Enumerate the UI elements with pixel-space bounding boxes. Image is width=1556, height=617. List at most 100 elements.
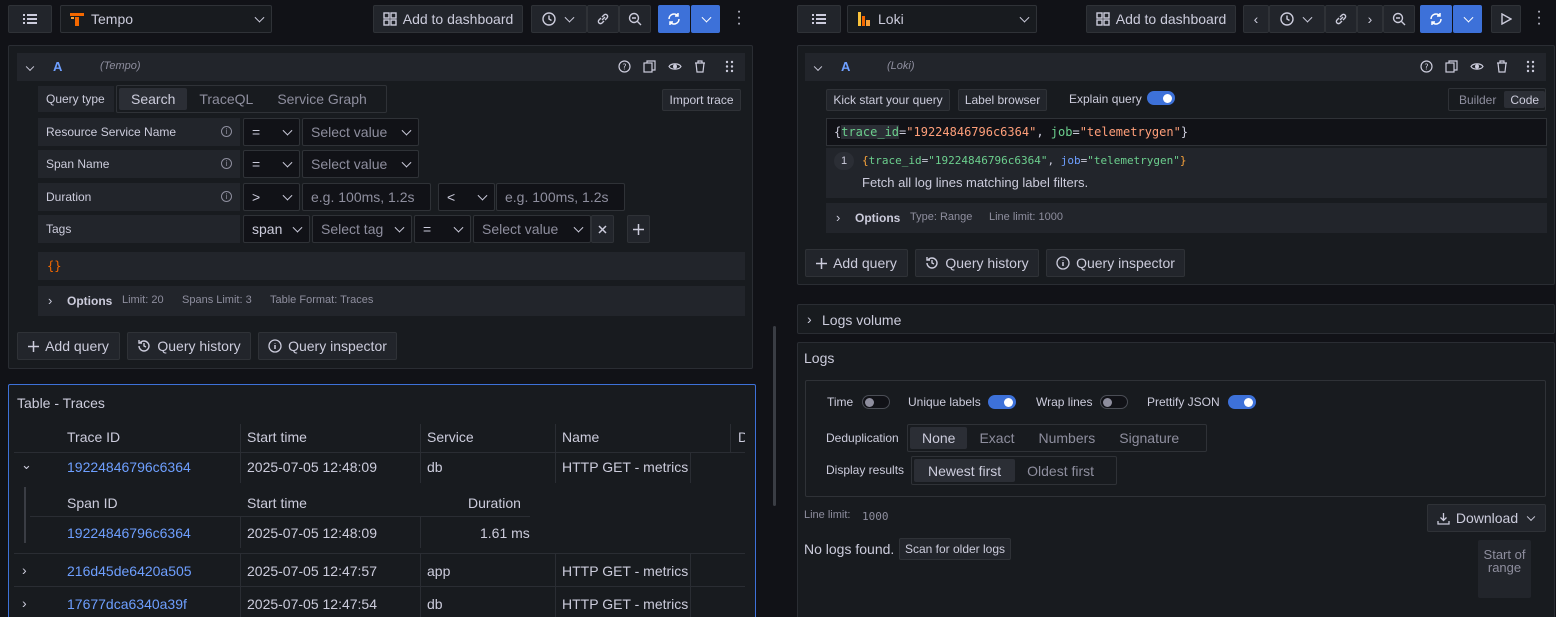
explain-query-toggle[interactable] xyxy=(1147,91,1175,105)
tag-key-select[interactable]: Select tag xyxy=(312,215,412,243)
wrap-lines-toggle[interactable] xyxy=(1100,395,1128,409)
drag-handle-icon[interactable] xyxy=(725,60,734,73)
zoom-out-button[interactable] xyxy=(1383,5,1415,33)
logql-query-text[interactable]: {trace_id="19224846796c6364", job="telem… xyxy=(834,125,1188,139)
duration-min-operator-select[interactable]: > xyxy=(243,183,300,211)
datasource-name: Loki xyxy=(878,11,904,27)
duration-min-input[interactable]: e.g. 100ms, 1.2s xyxy=(302,183,431,211)
tab-search[interactable]: Search xyxy=(119,88,188,110)
run-query-button[interactable] xyxy=(1420,5,1452,33)
dedup-signature[interactable]: Signature xyxy=(1107,427,1191,449)
duplicate-query-icon[interactable] xyxy=(1445,60,1458,73)
add-query-button[interactable]: Add query xyxy=(17,332,120,360)
label-browser-button[interactable]: Label browser xyxy=(958,89,1047,111)
service-name-operator-select[interactable]: = xyxy=(243,118,300,146)
dedup-none[interactable]: None xyxy=(910,427,968,449)
close-icon xyxy=(598,224,607,234)
scan-older-logs-button[interactable]: Scan for older logs xyxy=(899,538,1011,560)
copy-link-button[interactable] xyxy=(587,5,619,33)
datasource-picker[interactable]: Loki xyxy=(847,5,1037,33)
live-tail-button[interactable] xyxy=(1491,5,1521,33)
time-shift-back-button[interactable]: ‹ xyxy=(1243,5,1269,33)
row-expand-chevron-icon[interactable]: › xyxy=(22,595,27,611)
mode-code[interactable]: Code xyxy=(1504,91,1546,108)
dedup-exact[interactable]: Exact xyxy=(967,427,1026,449)
tag-scope-select[interactable]: span xyxy=(243,215,310,243)
add-to-dashboard-button[interactable]: Add to dashboard xyxy=(1086,5,1236,33)
copy-link-button[interactable] xyxy=(1325,5,1357,33)
delete-query-trash-icon[interactable] xyxy=(694,60,706,73)
time-picker-button[interactable] xyxy=(531,5,587,33)
pane-resize-handle[interactable] xyxy=(773,326,776,506)
query-type-tabs: Search TraceQL Service Graph xyxy=(116,85,387,113)
logs-volume-title: Logs volume xyxy=(822,312,902,328)
query-inspector-button[interactable]: Query inspector xyxy=(258,332,397,360)
dedup-numbers[interactable]: Numbers xyxy=(1026,427,1107,449)
col-sep xyxy=(690,554,691,586)
duration-max-operator-select[interactable]: < xyxy=(438,183,495,211)
deduplication-switch: None Exact Numbers Signature xyxy=(907,424,1207,452)
col-sep xyxy=(690,453,691,483)
chevron-right-icon: › xyxy=(48,293,53,308)
hide-query-eye-icon[interactable] xyxy=(668,60,682,73)
zoom-out-icon xyxy=(628,12,642,26)
help-icon[interactable]: ? xyxy=(618,60,631,73)
more-options-icon[interactable]: · · · xyxy=(735,4,743,32)
add-to-dashboard-button[interactable]: Add to dashboard xyxy=(373,5,523,33)
run-query-button[interactable] xyxy=(658,5,690,33)
zoom-out-button[interactable] xyxy=(619,5,651,33)
import-trace-button[interactable]: Import trace xyxy=(662,89,741,111)
tab-service-graph[interactable]: Service Graph xyxy=(265,88,378,110)
clock-icon xyxy=(542,12,556,26)
remove-tag-button[interactable] xyxy=(591,215,614,243)
duration-max-input[interactable]: e.g. 100ms, 1.2s xyxy=(496,183,625,211)
traceql-preview-box xyxy=(38,252,745,280)
hide-query-eye-icon[interactable] xyxy=(1470,60,1484,73)
query-history-button[interactable]: Query history xyxy=(127,332,251,360)
menu-toggle-button[interactable] xyxy=(797,5,841,33)
trace-id-link[interactable]: 216d45de6420a505 xyxy=(67,563,192,579)
refresh-interval-button[interactable] xyxy=(691,5,720,33)
span-name-operator-select[interactable]: = xyxy=(243,150,300,178)
span-id-link[interactable]: 19224846796c6364 xyxy=(67,525,191,541)
row-expand-chevron-icon[interactable]: › xyxy=(22,562,27,578)
options-label: Options xyxy=(855,211,901,225)
sort-newest-first[interactable]: Newest first xyxy=(914,459,1016,482)
info-circle-icon xyxy=(268,339,282,353)
tab-traceql[interactable]: TraceQL xyxy=(187,88,265,110)
refresh-interval-button[interactable] xyxy=(1453,5,1482,33)
trace-id-link[interactable]: 17677dca6340a39f xyxy=(67,596,187,612)
time-picker-button[interactable] xyxy=(1269,5,1325,33)
delete-query-trash-icon[interactable] xyxy=(1496,60,1508,73)
tag-value-select[interactable]: Select value xyxy=(473,215,591,243)
menu-toggle-button[interactable] xyxy=(8,5,52,33)
help-icon[interactable]: ? xyxy=(1420,60,1433,73)
sort-oldest-first[interactable]: Oldest first xyxy=(1015,459,1106,482)
download-button[interactable]: Download xyxy=(1427,504,1546,532)
query-history-button[interactable]: Query history xyxy=(915,249,1039,277)
span-name-value-select[interactable]: Select value xyxy=(302,150,419,178)
query-inspector-button[interactable]: Query inspector xyxy=(1046,249,1185,277)
row-collapse-chevron-icon[interactable]: ⌄ xyxy=(21,457,32,473)
trace-id-link[interactable]: 19224846796c6364 xyxy=(67,459,191,475)
prettify-json-toggle[interactable] xyxy=(1228,395,1256,409)
query-ref-id: A xyxy=(53,59,63,74)
more-options-icon[interactable]: · · · xyxy=(1535,4,1543,32)
kick-start-query-button[interactable]: Kick start your query xyxy=(826,89,950,111)
drag-handle-icon[interactable] xyxy=(1526,60,1535,73)
col-sep xyxy=(690,587,691,617)
service-name-value-select[interactable]: Select value xyxy=(302,118,419,146)
mode-builder[interactable]: Builder xyxy=(1451,91,1504,108)
add-tag-button[interactable] xyxy=(627,215,650,243)
time-shift-forward-button[interactable]: › xyxy=(1357,5,1383,33)
tag-operator-select[interactable]: = xyxy=(414,215,471,243)
display-results-label: Display results xyxy=(826,463,905,477)
datasource-picker[interactable]: Tempo xyxy=(60,5,272,33)
options-table-format: Table Format: Traces xyxy=(270,294,374,306)
time-toggle[interactable] xyxy=(862,395,890,409)
unique-labels-toggle[interactable] xyxy=(988,395,1016,409)
logs-volume-panel[interactable] xyxy=(797,304,1555,334)
add-query-button[interactable]: Add query xyxy=(805,249,908,277)
duplicate-query-icon[interactable] xyxy=(643,60,656,73)
editor-mode-switch: Builder Code xyxy=(1448,88,1546,111)
